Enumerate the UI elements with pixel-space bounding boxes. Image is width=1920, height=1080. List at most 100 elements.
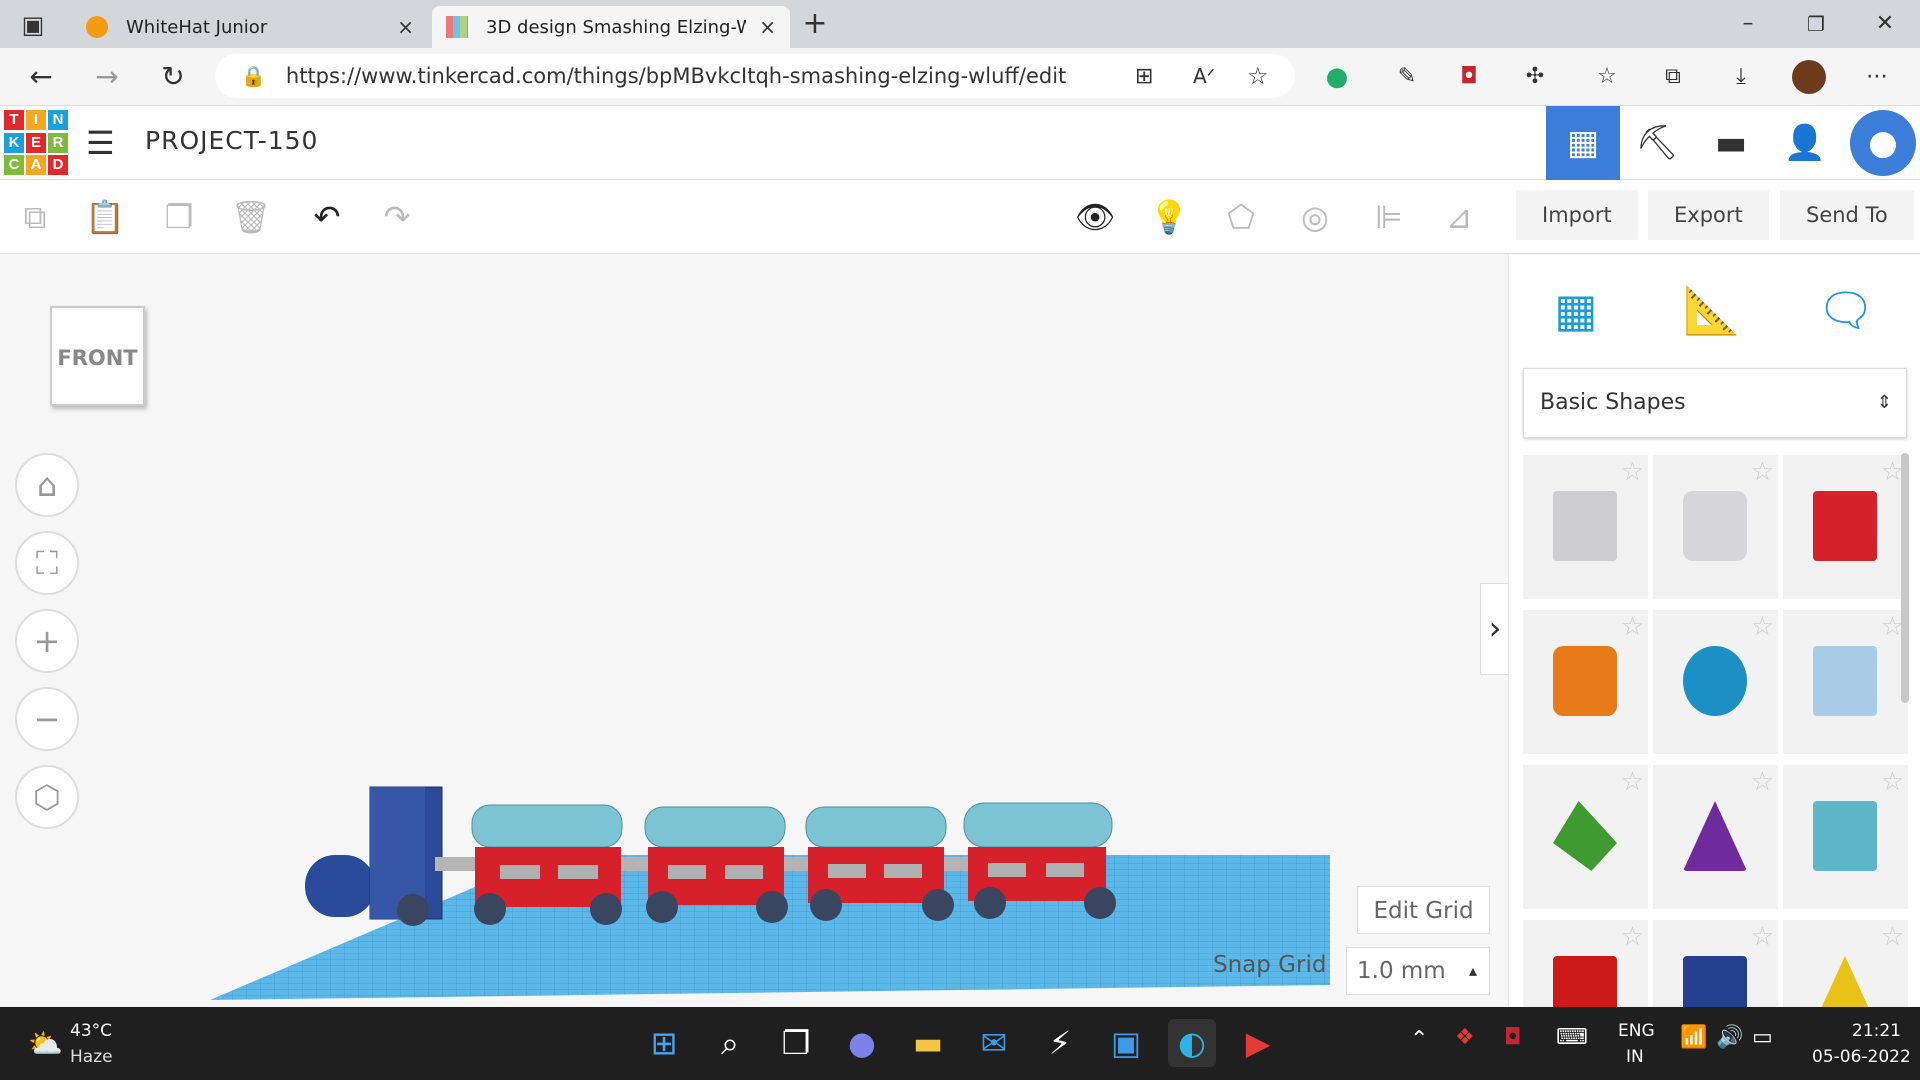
youtube-music-icon[interactable]: ▶ bbox=[1234, 1019, 1282, 1067]
add-user-icon[interactable]: 👤 bbox=[1768, 106, 1842, 180]
tinkercad-logo[interactable]: T I N K E R C A D bbox=[4, 110, 68, 176]
panel-scrollbar[interactable] bbox=[1901, 453, 1909, 703]
weather-icon[interactable]: ⛅ bbox=[28, 1027, 63, 1060]
clock-time[interactable]: 21:21 bbox=[1852, 1021, 1901, 1041]
notes-icon[interactable]: 👁 bbox=[1070, 192, 1120, 242]
downloads-icon[interactable]: ⤓ bbox=[1724, 60, 1758, 94]
extensions-icon[interactable]: ✣ bbox=[1518, 60, 1552, 94]
mcafee-icon[interactable]: ◘ bbox=[1452, 60, 1486, 94]
favorites-icon[interactable]: ☆ bbox=[1590, 60, 1624, 94]
app-bolt-icon[interactable]: ⚡ bbox=[1036, 1019, 1084, 1067]
lightbulb-icon[interactable]: 💡 bbox=[1144, 192, 1194, 242]
show-hidden-icons-icon[interactable]: ⌃ bbox=[1410, 1027, 1428, 1052]
favorite-star-icon[interactable]: ☆ bbox=[1751, 767, 1774, 797]
collections-icon[interactable]: ⧉ bbox=[1656, 60, 1690, 94]
task-view-icon[interactable]: ❐ bbox=[772, 1019, 820, 1067]
3d-design-grid-icon[interactable]: ▦ bbox=[1546, 106, 1620, 180]
workplane-canvas[interactable]: FRONT ⌂ ⛶ + − ⬡ › Edit Grid Snap Grid 1.… bbox=[0, 255, 1510, 1007]
align-icon[interactable]: ⊫ bbox=[1364, 192, 1414, 242]
wifi-icon[interactable]: 📶 bbox=[1680, 1025, 1707, 1050]
favorite-star-icon[interactable]: ☆ bbox=[1621, 457, 1644, 487]
export-button[interactable]: Export bbox=[1648, 190, 1769, 240]
dropbox-icon[interactable]: ❖ bbox=[1455, 1025, 1475, 1050]
design-list-icon[interactable]: ☰ bbox=[86, 124, 115, 162]
shape-tile-roof[interactable]: ☆ bbox=[1523, 765, 1648, 909]
teams-chat-icon[interactable]: ● bbox=[838, 1019, 886, 1067]
redo-icon[interactable]: ↷ bbox=[372, 192, 422, 242]
workplane-tool-icon[interactable]: ▦ bbox=[1541, 275, 1611, 345]
store-icon[interactable]: ▣ bbox=[1102, 1019, 1150, 1067]
forward-icon[interactable]: → bbox=[88, 58, 126, 96]
favorite-star-icon[interactable]: ☆ bbox=[1621, 612, 1644, 642]
shape-tile-sphere[interactable]: ☆ bbox=[1653, 610, 1778, 754]
mail-icon[interactable]: ✉ bbox=[970, 1019, 1018, 1067]
notes-tool-icon[interactable]: 🗨 bbox=[1811, 275, 1881, 345]
language-label[interactable]: ENG bbox=[1618, 1021, 1655, 1041]
profile-avatar[interactable] bbox=[1792, 60, 1826, 94]
shape-library-select[interactable]: Basic Shapes ⇕ bbox=[1523, 368, 1907, 438]
shape-tile-box-hole[interactable]: ☆ bbox=[1523, 455, 1648, 599]
favorite-star-icon[interactable]: ☆ bbox=[1621, 922, 1644, 952]
shape-tile-text[interactable]: ☆ bbox=[1523, 920, 1648, 1007]
favorite-star-icon[interactable]: ☆ bbox=[1751, 612, 1774, 642]
project-title[interactable]: PROJECT-150 bbox=[145, 126, 318, 155]
file-explorer-icon[interactable]: ▬ bbox=[904, 1019, 952, 1067]
favorite-star-icon[interactable]: ☆ bbox=[1751, 457, 1774, 487]
duplicate-icon[interactable]: ❐ bbox=[154, 192, 204, 242]
grammarly-icon[interactable]: ● bbox=[1320, 60, 1354, 94]
home-view-icon[interactable]: ⌂ bbox=[15, 453, 79, 517]
snap-grid-select[interactable]: 1.0 mm ▴ bbox=[1346, 947, 1490, 995]
app-available-icon[interactable]: ⊞ bbox=[1135, 64, 1153, 89]
url-field[interactable]: 🔒 https://www.tinkercad.com/things/bpMBv… bbox=[215, 54, 1295, 98]
ruler-tool-icon[interactable]: 📐 bbox=[1677, 275, 1747, 345]
shape-tile-cone[interactable]: ☆ bbox=[1653, 765, 1778, 909]
fit-view-icon[interactable]: ⛶ bbox=[15, 531, 79, 595]
back-icon[interactable]: ← bbox=[22, 58, 60, 96]
favorite-add-icon[interactable]: ☆ bbox=[1247, 62, 1269, 90]
shape-tile-scribble[interactable]: ☆ bbox=[1783, 610, 1908, 754]
zoom-in-icon[interactable]: + bbox=[15, 609, 79, 673]
import-button[interactable]: Import bbox=[1516, 190, 1638, 240]
minimize-icon[interactable]: – bbox=[1729, 5, 1767, 43]
send-to-button[interactable]: Send To bbox=[1780, 190, 1914, 240]
volume-icon[interactable]: 🔊 bbox=[1716, 1025, 1743, 1050]
region-label[interactable]: IN bbox=[1626, 1047, 1644, 1067]
user-avatar-icon[interactable]: ● bbox=[1850, 110, 1916, 176]
more-menu-icon[interactable]: ⋯ bbox=[1860, 60, 1894, 94]
read-aloud-icon[interactable]: Aᐟ bbox=[1193, 64, 1215, 88]
close-window-icon[interactable]: ✕ bbox=[1866, 5, 1904, 43]
favorite-star-icon[interactable]: ☆ bbox=[1751, 922, 1774, 952]
search-icon[interactable]: ⌕ bbox=[706, 1019, 754, 1067]
tab-tinkercad[interactable]: 3D design Smashing Elzing-Wluf × bbox=[432, 6, 790, 48]
copy-icon[interactable]: ⧉ bbox=[10, 192, 60, 242]
start-icon[interactable]: ⊞ bbox=[640, 1019, 688, 1067]
edit-grid-button[interactable]: Edit Grid bbox=[1357, 886, 1490, 934]
favorite-star-icon[interactable]: ☆ bbox=[1881, 922, 1904, 952]
clock-date[interactable]: 05-06-2022 bbox=[1812, 1047, 1911, 1067]
mcafee-tray-icon[interactable]: ◘ bbox=[1504, 1025, 1521, 1050]
zoom-out-icon[interactable]: − bbox=[15, 687, 79, 751]
close-tab-icon[interactable]: × bbox=[759, 15, 776, 39]
edge-browser-icon[interactable]: ◐ bbox=[1168, 1019, 1216, 1067]
view-cube[interactable]: FRONT bbox=[50, 306, 145, 406]
shape-tile-cylinder-hole[interactable]: ☆ bbox=[1653, 455, 1778, 599]
shape-tile-polygon[interactable]: ☆ bbox=[1653, 920, 1778, 1007]
keyboard-icon[interactable]: ⌨ bbox=[1556, 1025, 1588, 1050]
color-picker-icon[interactable]: ✎ bbox=[1390, 60, 1424, 94]
favorite-star-icon[interactable]: ☆ bbox=[1881, 767, 1904, 797]
codeblocks-pickaxe-icon[interactable]: ⛏ bbox=[1620, 106, 1694, 180]
lessons-briefcase-icon[interactable]: ▬ bbox=[1694, 106, 1768, 180]
tab-whitehat[interactable]: WhiteHat Junior × bbox=[72, 6, 428, 48]
ungroup-icon[interactable]: ◎ bbox=[1290, 192, 1340, 242]
refresh-icon[interactable]: ↻ bbox=[154, 58, 192, 96]
shape-tile-box[interactable]: ☆ bbox=[1783, 455, 1908, 599]
train-locomotive[interactable] bbox=[305, 786, 443, 926]
close-tab-icon[interactable]: × bbox=[397, 15, 414, 39]
tab-actions-icon[interactable]: ▣ bbox=[14, 6, 52, 44]
restore-icon[interactable]: ❐ bbox=[1797, 5, 1835, 43]
favorite-star-icon[interactable]: ☆ bbox=[1621, 767, 1644, 797]
mirror-icon[interactable]: ⊿ bbox=[1434, 192, 1484, 242]
weather-desc[interactable]: Haze bbox=[70, 1047, 113, 1067]
shape-tile-pyramid[interactable]: ☆ bbox=[1783, 920, 1908, 1007]
group-icon[interactable]: ⬠ bbox=[1216, 192, 1266, 242]
